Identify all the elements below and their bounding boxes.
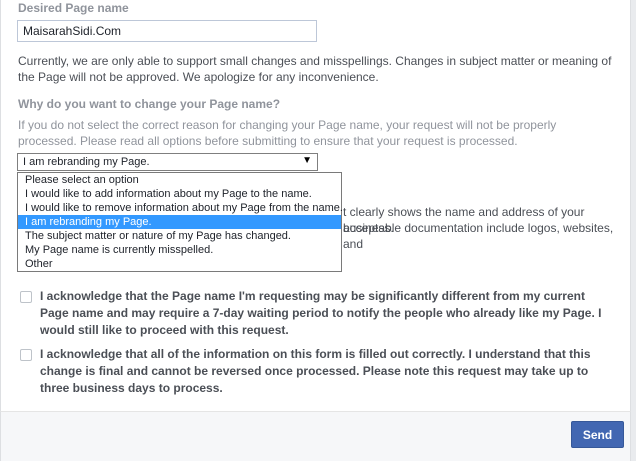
reason-option[interactable]: The subject matter or nature of my Page … [18,229,341,243]
form-footer [0,411,631,461]
reason-option[interactable]: Other [18,257,341,271]
hidden-text-line2: acceptable documentation include logos, … [343,221,614,251]
reason-select[interactable]: I am rebranding my Page. ▼ [17,153,318,171]
ack-waiting-period-checkbox[interactable] [20,291,32,303]
desired-name-label: Desired Page name [18,1,129,15]
reason-dropdown-list[interactable]: Please select an option I would like to … [17,172,343,272]
why-label: Why do you want to change your Page name… [18,97,281,111]
ack-information-correct-checkbox[interactable] [20,349,32,361]
support-note: Currently, we are only able to support s… [18,54,612,84]
reason-option[interactable]: Please select an option [18,173,341,187]
form-panel: Desired Page name Currently, we are only… [0,0,631,411]
ack-information-correct-text: I acknowledge that all of the informatio… [40,347,591,395]
reason-option-selected[interactable]: I am rebranding my Page. [18,215,341,229]
send-button[interactable]: Send [571,421,624,448]
ack-waiting-period-text: I acknowledge that the Page name I'm req… [40,289,602,337]
why-note: If you do not select the correct reason … [18,118,557,148]
reason-select-value: I am rebranding my Page. [23,156,150,168]
reason-option[interactable]: I would like to remove information about… [18,201,343,215]
desired-name-input[interactable] [17,20,317,42]
dropdown-arrow-icon: ▼ [302,155,312,166]
reason-option[interactable]: My Page name is currently misspelled. [18,243,341,257]
reason-option[interactable]: I would like to add information about my… [18,187,341,201]
